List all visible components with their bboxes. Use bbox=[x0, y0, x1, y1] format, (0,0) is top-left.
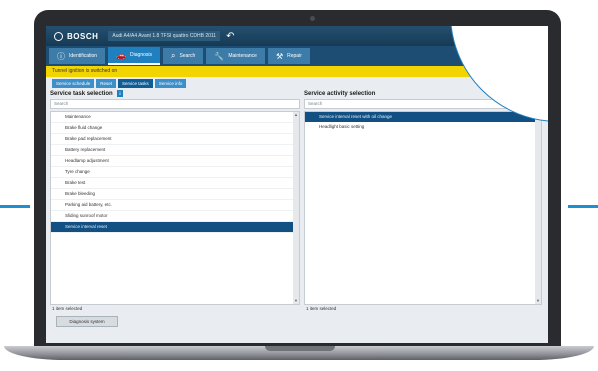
service-task-panel: Service task selection i Search Maintena… bbox=[50, 90, 300, 305]
list-item[interactable]: Brake bleeding bbox=[51, 189, 299, 200]
task-selection-count: 1 item selected bbox=[52, 306, 83, 311]
info-badge[interactable]: i bbox=[117, 90, 123, 97]
tab-repair[interactable]: ⚒ Repair bbox=[267, 48, 310, 64]
wrench-icon: 🔧 bbox=[214, 51, 225, 61]
subtab-service-tasks[interactable]: Service tasks bbox=[118, 79, 153, 88]
scroll-down-icon[interactable]: ▼ bbox=[535, 298, 541, 304]
scroll-down-icon[interactable]: ▼ bbox=[293, 298, 299, 304]
back-arrow-icon[interactable]: ↶ bbox=[226, 31, 234, 42]
tab-maintenance[interactable]: 🔧 Maintenance bbox=[206, 48, 265, 64]
list-item[interactable]: Brake fluid change bbox=[51, 123, 299, 134]
app-brand: BOSCH bbox=[67, 31, 99, 41]
activity-scrollbar[interactable] bbox=[535, 112, 541, 304]
tools-icon: ⚒ bbox=[275, 51, 284, 61]
list-item[interactable]: Maintenance bbox=[51, 112, 299, 123]
subtab-service-info[interactable]: Service info bbox=[154, 79, 187, 88]
list-item[interactable]: Headlight basic setting bbox=[305, 122, 541, 132]
list-item[interactable]: Brake pad replacement bbox=[51, 134, 299, 145]
list-item[interactable]: Tyre change bbox=[51, 167, 299, 178]
car-icon: 🚗 bbox=[116, 50, 127, 60]
list-item[interactable]: Brake test bbox=[51, 178, 299, 189]
list-item[interactable]: Parking aid battery, etc. bbox=[51, 200, 299, 211]
list-item[interactable]: Sliding sunroof motor bbox=[51, 211, 299, 222]
bosch-logo-icon bbox=[54, 31, 63, 41]
list-item-selected[interactable]: Service interval reset bbox=[51, 222, 299, 233]
list-item-selected[interactable]: Service interval reset with oil change bbox=[305, 112, 541, 122]
activity-selection-count: 1 item selected bbox=[306, 306, 337, 311]
search-icon: ⌕ bbox=[171, 51, 176, 60]
task-list: Maintenance Brake fluid change Brake pad… bbox=[50, 111, 300, 305]
left-dash bbox=[0, 205, 30, 208]
service-task-title: Service task selection i bbox=[50, 90, 123, 97]
service-activity-panel: Service activity selection Search Servic… bbox=[304, 90, 542, 305]
subtab-reset[interactable]: Reset bbox=[96, 79, 117, 88]
subtab-service-schedule[interactable]: Service schedule bbox=[52, 79, 95, 88]
list-item[interactable]: Headlamp adjustment bbox=[51, 156, 299, 167]
laptop-screen: BOSCH Audi A4/A4 Avant 1.8 TFSI quattro … bbox=[46, 26, 548, 343]
laptop-notch bbox=[265, 346, 335, 351]
task-search-input[interactable]: Search bbox=[50, 99, 300, 109]
right-dash bbox=[568, 205, 598, 208]
diagnosis-system-button[interactable]: Diagnosis system bbox=[56, 316, 118, 327]
tab-search[interactable]: ⌕ Search bbox=[163, 48, 204, 64]
scroll-up-icon[interactable]: ▲ bbox=[293, 112, 299, 118]
tab-diagnosis[interactable]: 🚗 Diagnosis bbox=[108, 47, 161, 65]
info-icon: ⓘ bbox=[57, 51, 65, 61]
task-scrollbar[interactable] bbox=[293, 112, 299, 304]
tab-identification[interactable]: ⓘ Identification bbox=[49, 48, 106, 64]
camera-icon bbox=[310, 16, 315, 21]
activity-list: Service interval reset with oil change H… bbox=[304, 111, 542, 305]
vehicle-info: Audi A4/A4 Avant 1.8 TFSI quattro CDHB 2… bbox=[108, 31, 221, 41]
list-item[interactable]: Battery replacement bbox=[51, 145, 299, 156]
